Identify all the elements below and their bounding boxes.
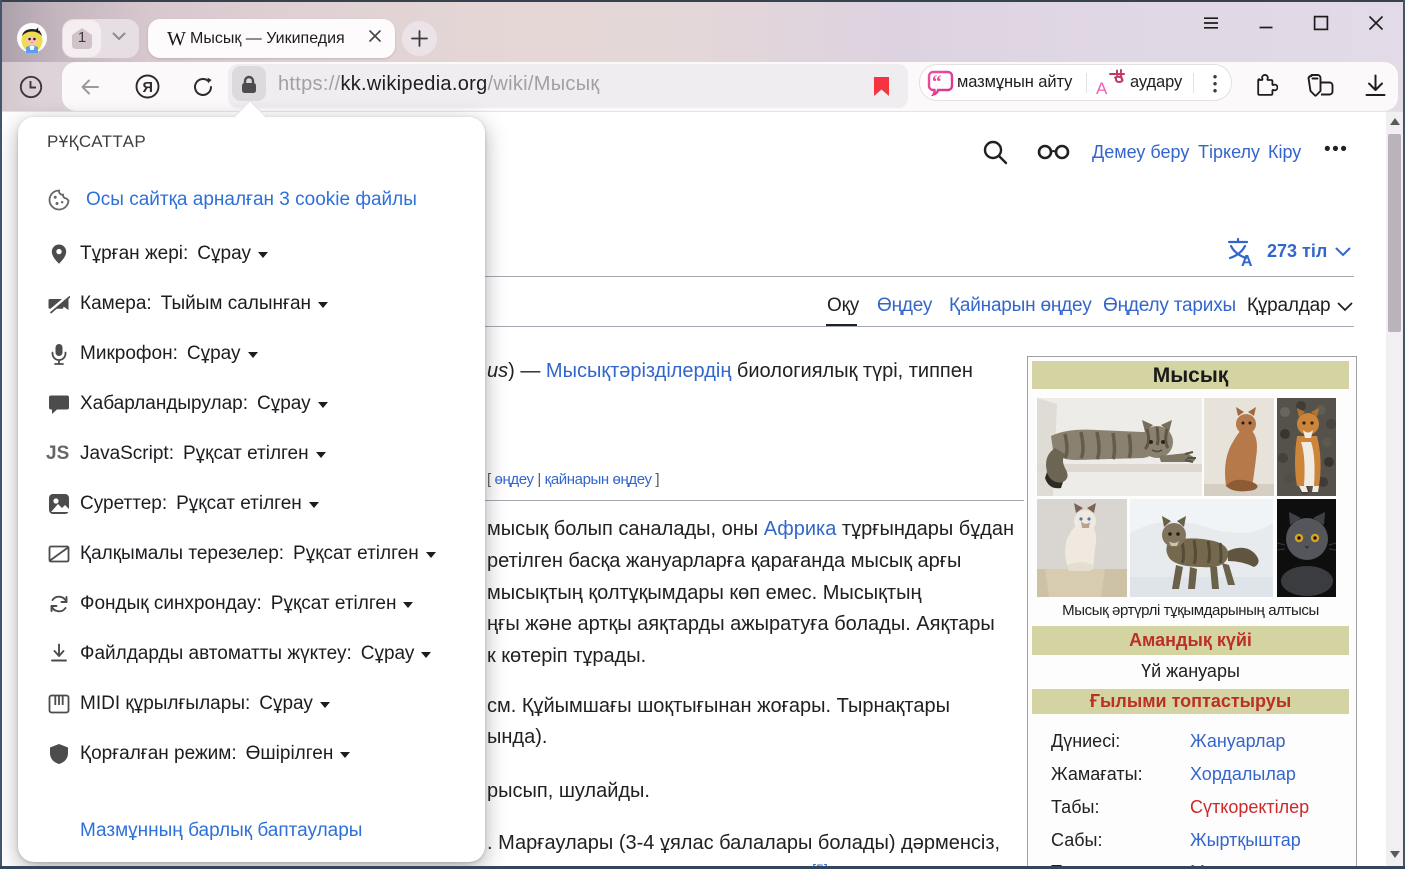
svg-text:A: A (1241, 253, 1253, 267)
svg-text:A: A (1096, 79, 1108, 96)
svg-text:Я: Я (142, 80, 152, 96)
svg-text:“: “ (932, 72, 942, 93)
